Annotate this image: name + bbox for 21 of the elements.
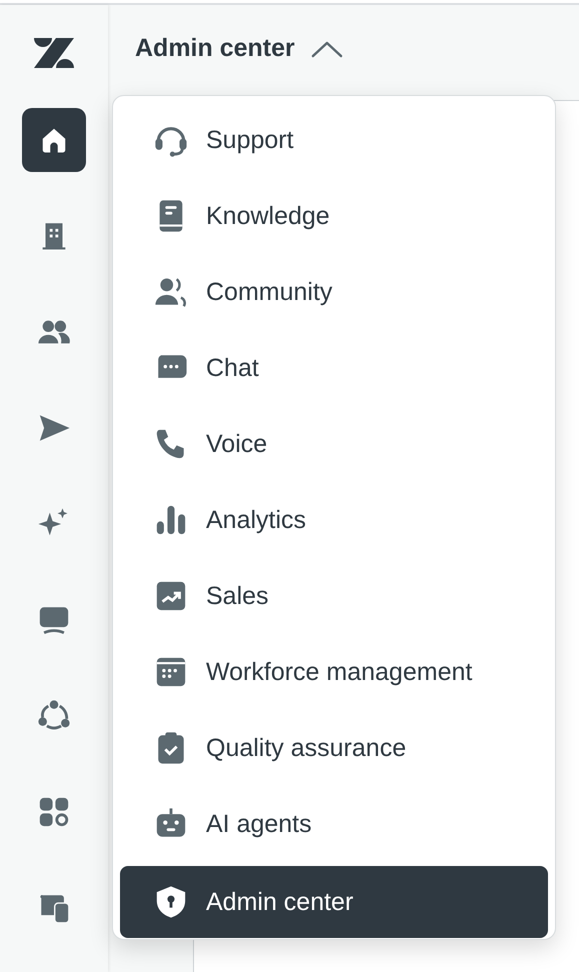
shield-icon: [154, 885, 188, 919]
calendar-icon: [154, 655, 188, 689]
menu-item[interactable]: Community: [120, 254, 548, 330]
menu-item[interactable]: Sales: [120, 558, 548, 634]
header-title: Admin center: [135, 34, 295, 63]
menu-item[interactable]: AI agents: [120, 786, 548, 862]
logo-icon: [34, 38, 74, 68]
menu-item[interactable]: Analytics: [120, 482, 548, 558]
menu-item[interactable]: Quality assurance: [120, 710, 548, 786]
bar-chart-icon: [154, 503, 188, 537]
menu-toggle-button[interactable]: [310, 40, 343, 58]
nav-button[interactable]: [22, 108, 86, 172]
chevron-up-icon: [310, 40, 343, 58]
menu-item[interactable]: Knowledge: [120, 178, 548, 254]
menu-item[interactable]: Chat: [120, 330, 548, 406]
trend-icon: [154, 579, 188, 613]
apps-icon: [37, 795, 71, 829]
menu-item[interactable]: Voice: [120, 406, 548, 482]
menu-item[interactable]: Support: [120, 102, 548, 178]
menu-item[interactable]: Workforce management: [120, 634, 548, 710]
menu-item[interactable]: Admin center: [120, 866, 548, 938]
